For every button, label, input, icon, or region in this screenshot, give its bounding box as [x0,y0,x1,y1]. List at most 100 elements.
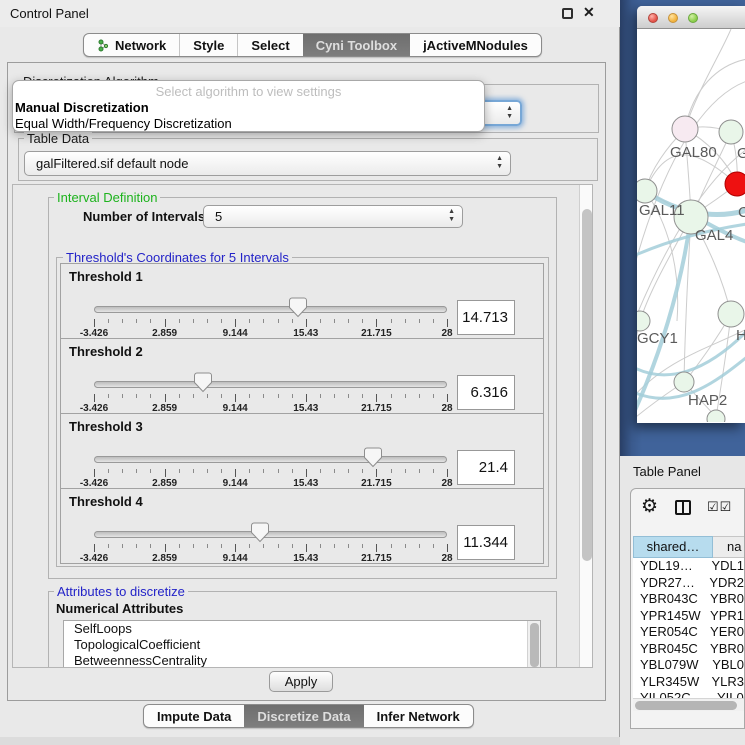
attribute-item-betweennesscentrality[interactable]: BetweennessCentrality [64,653,540,668]
network-node-gal80[interactable] [672,116,698,142]
threshold-slider-thumb[interactable] [363,447,382,468]
num-intervals-label: Number of Intervals [83,209,205,224]
window-zoom-icon[interactable] [688,13,698,23]
network-edge[interactable] [685,29,731,129]
table-row[interactable]: YBL079WYBL0 [633,657,744,674]
select-columns-checkboxes-icon[interactable]: ☑☑ [707,499,732,515]
cell-shared-name: YIL052C [633,690,713,698]
window-minimize-icon[interactable] [668,13,678,23]
slider-scale [94,394,447,403]
settings-scrollpane: Interval Definition Number of Intervals … [12,184,593,668]
network-node-gal11[interactable] [637,179,657,203]
gear-icon[interactable]: ⚙ [641,495,658,518]
tick-label: 9.144 [223,553,248,564]
vertical-scrollbar[interactable] [579,185,593,668]
threshold-slider-thumb[interactable] [288,297,307,318]
threshold-label: Threshold 3 [69,419,143,434]
network-node-hap2[interactable] [674,372,694,392]
horizontal-scrollbar[interactable] [633,698,744,711]
network-node-h[interactable] [718,301,744,327]
table-panel: Table Panel ⚙ ☑☑ shared…na YDL19…YDL1YDR… [620,456,745,745]
num-intervals-value: 5 [215,209,222,224]
popup-option-equal-width-frequency-discretization[interactable]: Equal Width/Frequency Discretization [15,116,232,131]
app-root: Control Panel ✕ NetworkStyleSelectCyni T… [0,0,745,745]
network-node[interactable] [725,172,745,196]
tab-network[interactable]: Network [84,34,179,56]
attribute-item-selfloops[interactable]: SelfLoops [64,621,540,637]
network-node[interactable] [707,410,725,422]
interval-definition-title: Interval Definition [54,190,160,205]
tick-label: 28 [441,553,452,564]
threshold-slider-track[interactable] [94,531,447,538]
threshold-label: Threshold 1 [69,269,143,284]
table-row[interactable]: YIL052CYIL0 [633,690,744,698]
network-window-titlebar[interactable] [637,6,745,29]
popup-option-manual-discretization[interactable]: Manual Discretization [15,100,149,115]
node-label-partial: G. [737,145,745,162]
cell-name: YIL0 [713,690,744,698]
threshold-value-field[interactable]: 11.344 [457,525,515,560]
table-rows: YDL19…YDL1YDR27…YDR2YBR043CYBR0YPR145WYP… [633,558,744,698]
tab-jactivemnodules[interactable]: jActiveMNodules [410,34,541,56]
threshold-panel-4: Threshold 4-3.4262.8599.14415.4321.71528… [60,488,544,564]
float-window-icon[interactable] [562,8,573,19]
num-intervals-combo[interactable]: 5 ▲▼ [203,205,463,228]
network-canvas[interactable]: GAL80GAL11GAL4GCY1HHAP2G.C [637,29,745,422]
cell-shared-name: YBR045C [633,641,706,658]
cyni-bottom-tabs: Impute Data Discretize Data Infer Network [143,704,474,728]
threshold-panel-1: Threshold 1-3.4262.8599.14415.4321.71528… [60,263,544,339]
threshold-slider-track[interactable] [94,456,447,463]
network-node-gcy1[interactable] [637,311,650,331]
table-row[interactable]: YPR145WYPR1 [633,608,744,625]
tab-discretize-data[interactable]: Discretize Data [244,705,363,727]
column-header-1[interactable]: shared… [633,536,713,558]
column-header-2[interactable]: na [713,536,744,558]
slider-scale [94,469,447,478]
table-row[interactable]: YDR27…YDR2 [633,575,744,592]
attributes-list[interactable]: SelfLoopsTopologicalCoefficientBetweenne… [63,620,541,668]
threshold-slider-thumb[interactable] [194,372,213,393]
tab-impute-data[interactable]: Impute Data [144,705,244,727]
scrollbar-thumb[interactable] [635,701,737,710]
table-row[interactable]: YER054CYER0 [633,624,744,641]
attributes-list-scrollbar[interactable] [527,621,540,668]
cell-name: YBR0 [706,641,744,658]
network-node[interactable] [719,120,743,144]
tab-style[interactable]: Style [179,34,237,56]
close-icon[interactable]: ✕ [583,4,595,21]
table-row[interactable]: YBR045CYBR0 [633,641,744,658]
table-data-combo[interactable]: galFiltered.sif default node ▲▼ [24,151,511,176]
apply-button[interactable]: Apply [269,671,333,692]
tab-cyni-toolbox[interactable]: Cyni Toolbox [303,34,410,56]
threshold-value-field[interactable]: 14.713 [457,300,515,335]
tab-select[interactable]: Select [237,34,302,56]
network-edge[interactable] [685,59,745,129]
table-row[interactable]: YLR345WYLR3 [633,674,744,691]
threshold-slider-track[interactable] [94,381,447,388]
threshold-panel-3: Threshold 3-3.4262.8599.14415.4321.71528… [60,413,544,489]
threshold-slider-track[interactable] [94,306,447,313]
threshold-label: Threshold 2 [69,344,143,359]
tab-label: Discretize Data [257,709,350,724]
threshold-value-field[interactable]: 21.4 [457,450,515,485]
threshold-value-field[interactable]: 6.316 [457,375,515,410]
window-close-icon[interactable] [648,13,658,23]
tab-infer-network[interactable]: Infer Network [364,705,473,727]
scrollbar-thumb[interactable] [582,209,592,561]
node-label: GCY1 [637,330,678,347]
threshold-slider-thumb[interactable] [250,522,269,543]
node-label: GAL11 [639,202,685,219]
scrollbar-thumb[interactable] [530,623,539,667]
panel-title: Control Panel [10,6,89,21]
columns-icon[interactable] [675,500,691,515]
attribute-item-topologicalcoefficient[interactable]: TopologicalCoefficient [64,637,540,653]
network-graph[interactable]: GAL80GAL11GAL4GCY1HHAP2G.C [637,29,745,422]
cell-name: YDR2 [705,575,744,592]
tab-label: Impute Data [157,709,231,724]
node-label-partial: C [738,204,745,221]
cell-shared-name: YDL19… [633,558,707,575]
cell-shared-name: YDR27… [633,575,705,592]
cell-name: YBL0 [708,657,744,674]
table-row[interactable]: YBR043CYBR0 [633,591,744,608]
table-row[interactable]: YDL19…YDL1 [633,558,744,575]
